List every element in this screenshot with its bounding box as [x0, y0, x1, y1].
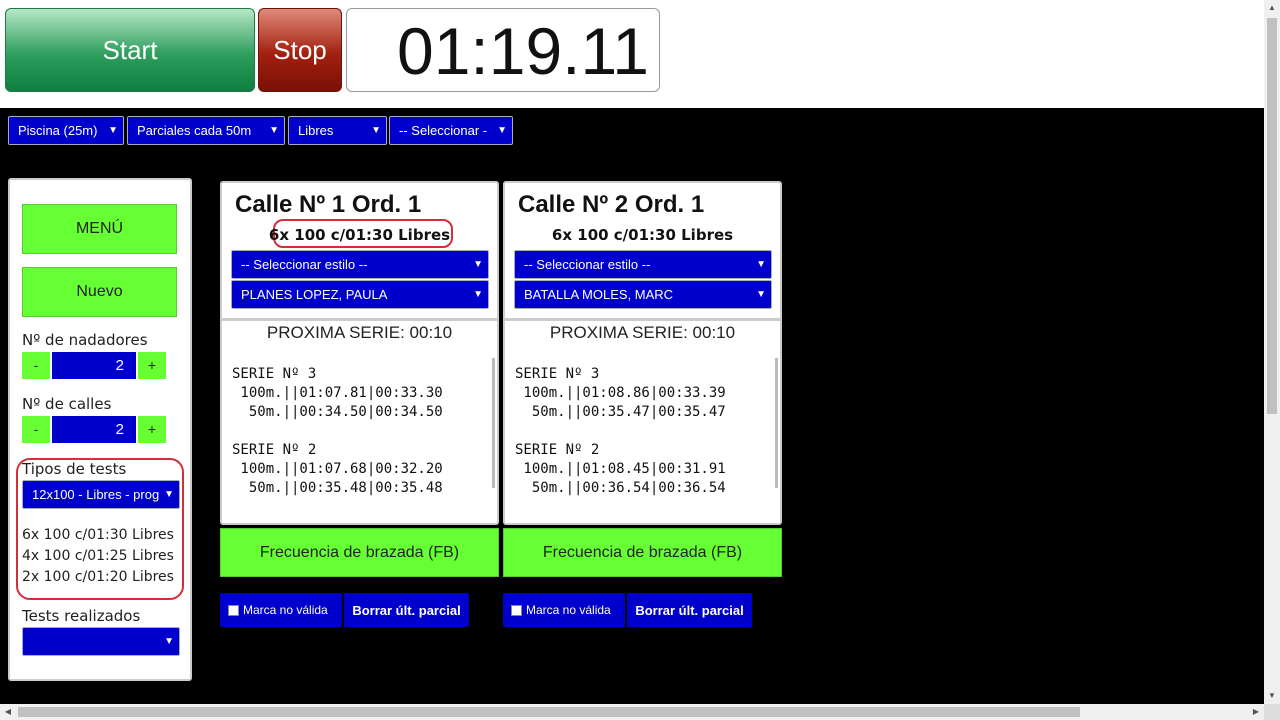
invalid-mark-label: Marca no válida: [526, 603, 611, 617]
invalid-mark-toggle[interactable]: Marca no válida: [220, 593, 342, 627]
lane-title: Calle Nº 1 Ord. 1: [235, 191, 422, 218]
done-tests-select[interactable]: ▼: [22, 627, 180, 656]
lanes-value[interactable]: 2: [52, 416, 136, 443]
lane-title: Calle Nº 2 Ord. 1: [518, 191, 705, 218]
test-type-select[interactable]: 12x100 - Libres - prog ▼: [22, 480, 180, 509]
dropdown-arrow-icon: ▼: [160, 481, 174, 508]
test-line: 2x 100 c/01:20 Libres: [22, 569, 174, 585]
lane-scrollbar[interactable]: [775, 358, 778, 488]
lane-next-series: PROXIMA SERIE: 00:10: [266, 323, 453, 342]
dropdown-arrow-icon: ▼: [756, 259, 766, 270]
lane-divider: [505, 318, 780, 321]
pool-select-label: Piscina (25m): [18, 123, 98, 138]
dropdown-arrow-icon: ▼: [108, 125, 118, 136]
horizontal-scrollbar[interactable]: ◀ ▶: [0, 704, 1264, 720]
test-type-select-label: 12x100 - Libres - prog: [32, 487, 160, 502]
dropdown-arrow-icon: ▼: [473, 259, 483, 270]
checkbox-icon[interactable]: [511, 604, 522, 616]
scroll-up-icon[interactable]: ▲: [1264, 0, 1280, 16]
done-tests-label: Tests realizados: [22, 607, 141, 625]
dropdown-arrow-icon: ▼: [756, 289, 766, 300]
invalid-mark-label: Marca no válida: [243, 603, 328, 617]
splits-select-label: Parciales cada 50m: [137, 123, 252, 138]
invalid-mark-toggle[interactable]: Marca no válida: [503, 593, 625, 627]
lane-scrollbar[interactable]: [492, 358, 495, 488]
swimmers-value[interactable]: 2: [52, 352, 136, 379]
splits-select[interactable]: Parciales cada 50m ▼: [127, 116, 285, 145]
lane-swimmer-select-label: PLANES LOPEZ, PAULA: [241, 287, 388, 302]
lane-divider: [222, 318, 497, 321]
new-button[interactable]: Nuevo: [22, 267, 177, 317]
test-line: 6x 100 c/01:30 Libres: [22, 527, 174, 543]
dropdown-arrow-icon: ▼: [164, 636, 174, 647]
scroll-left-icon[interactable]: ◀: [0, 704, 16, 720]
menu-button[interactable]: MENÚ: [22, 204, 177, 254]
stop-button[interactable]: Stop: [258, 8, 342, 92]
dropdown-arrow-icon: ▼: [473, 289, 483, 300]
lane-style-select-label: -- Seleccionar estilo --: [524, 257, 651, 272]
style-select[interactable]: Libres ▼: [288, 116, 387, 145]
swimmers-label: Nº de nadadores: [22, 331, 148, 349]
lane-card-2: Calle Nº 2 Ord. 1 6x 100 c/01:30 Libres …: [503, 181, 782, 525]
lane-swimmer-select[interactable]: BATALLA MOLES, MARC ▼: [514, 280, 772, 309]
swimmers-increment-button[interactable]: +: [138, 352, 166, 379]
delete-last-split-button[interactable]: Borrar últ. parcial: [344, 593, 469, 627]
generic-select[interactable]: -- Seleccionar - ▼: [389, 116, 513, 145]
dropdown-arrow-icon: ▼: [371, 125, 381, 136]
lanes-decrement-button[interactable]: -: [22, 416, 50, 443]
sidebar: MENÚ Nuevo Nº de nadadores - 2 + Nº de c…: [8, 178, 192, 681]
lane-swimmer-select[interactable]: PLANES LOPEZ, PAULA ▼: [231, 280, 489, 309]
vertical-scroll-thumb[interactable]: [1267, 18, 1277, 414]
delete-last-split-button[interactable]: Borrar últ. parcial: [627, 593, 752, 627]
scrollbar-corner: [1264, 704, 1280, 720]
style-select-label: Libres: [298, 123, 334, 138]
scroll-down-icon[interactable]: ▼: [1264, 688, 1280, 704]
scroll-right-icon[interactable]: ▶: [1248, 704, 1264, 720]
lanes-label: Nº de calles: [22, 395, 112, 413]
lane-style-select-label: -- Seleccionar estilo --: [241, 257, 368, 272]
generic-select-label: -- Seleccionar -: [399, 123, 488, 138]
vertical-scrollbar[interactable]: ▲ ▼: [1264, 0, 1280, 704]
timer-display: 01:19.11: [346, 8, 660, 92]
stroke-rate-button[interactable]: Frecuencia de brazada (FB): [220, 528, 499, 577]
stroke-rate-button[interactable]: Frecuencia de brazada (FB): [503, 528, 782, 577]
lane-set-label: 6x 100 c/01:30 Libres: [551, 226, 734, 244]
lane-style-select[interactable]: -- Seleccionar estilo -- ▼: [514, 250, 772, 279]
lane-next-series: PROXIMA SERIE: 00:10: [549, 323, 736, 342]
test-line: 4x 100 c/01:25 Libres: [22, 548, 174, 564]
pool-select[interactable]: Piscina (25m) ▼: [8, 116, 124, 145]
lane-split-log: SERIE Nº 3 100m.||01:07.81|00:33.30 50m.…: [232, 366, 443, 496]
lane-card-1: Calle Nº 1 Ord. 1 6x 100 c/01:30 Libres …: [220, 181, 499, 525]
dropdown-arrow-icon: ▼: [497, 125, 507, 136]
lane-style-select[interactable]: -- Seleccionar estilo -- ▼: [231, 250, 489, 279]
lane-set-label: 6x 100 c/01:30 Libres: [268, 226, 451, 244]
swimmers-decrement-button[interactable]: -: [22, 352, 50, 379]
horizontal-scroll-thumb[interactable]: [18, 707, 1080, 717]
lane-swimmer-select-label: BATALLA MOLES, MARC: [524, 287, 674, 302]
test-types-label: Tipos de tests: [22, 460, 127, 478]
checkbox-icon[interactable]: [228, 604, 239, 616]
lanes-increment-button[interactable]: +: [138, 416, 166, 443]
start-button[interactable]: Start: [5, 8, 255, 92]
dropdown-arrow-icon: ▼: [269, 125, 279, 136]
lane-split-log: SERIE Nº 3 100m.||01:08.86|00:33.39 50m.…: [515, 366, 726, 496]
